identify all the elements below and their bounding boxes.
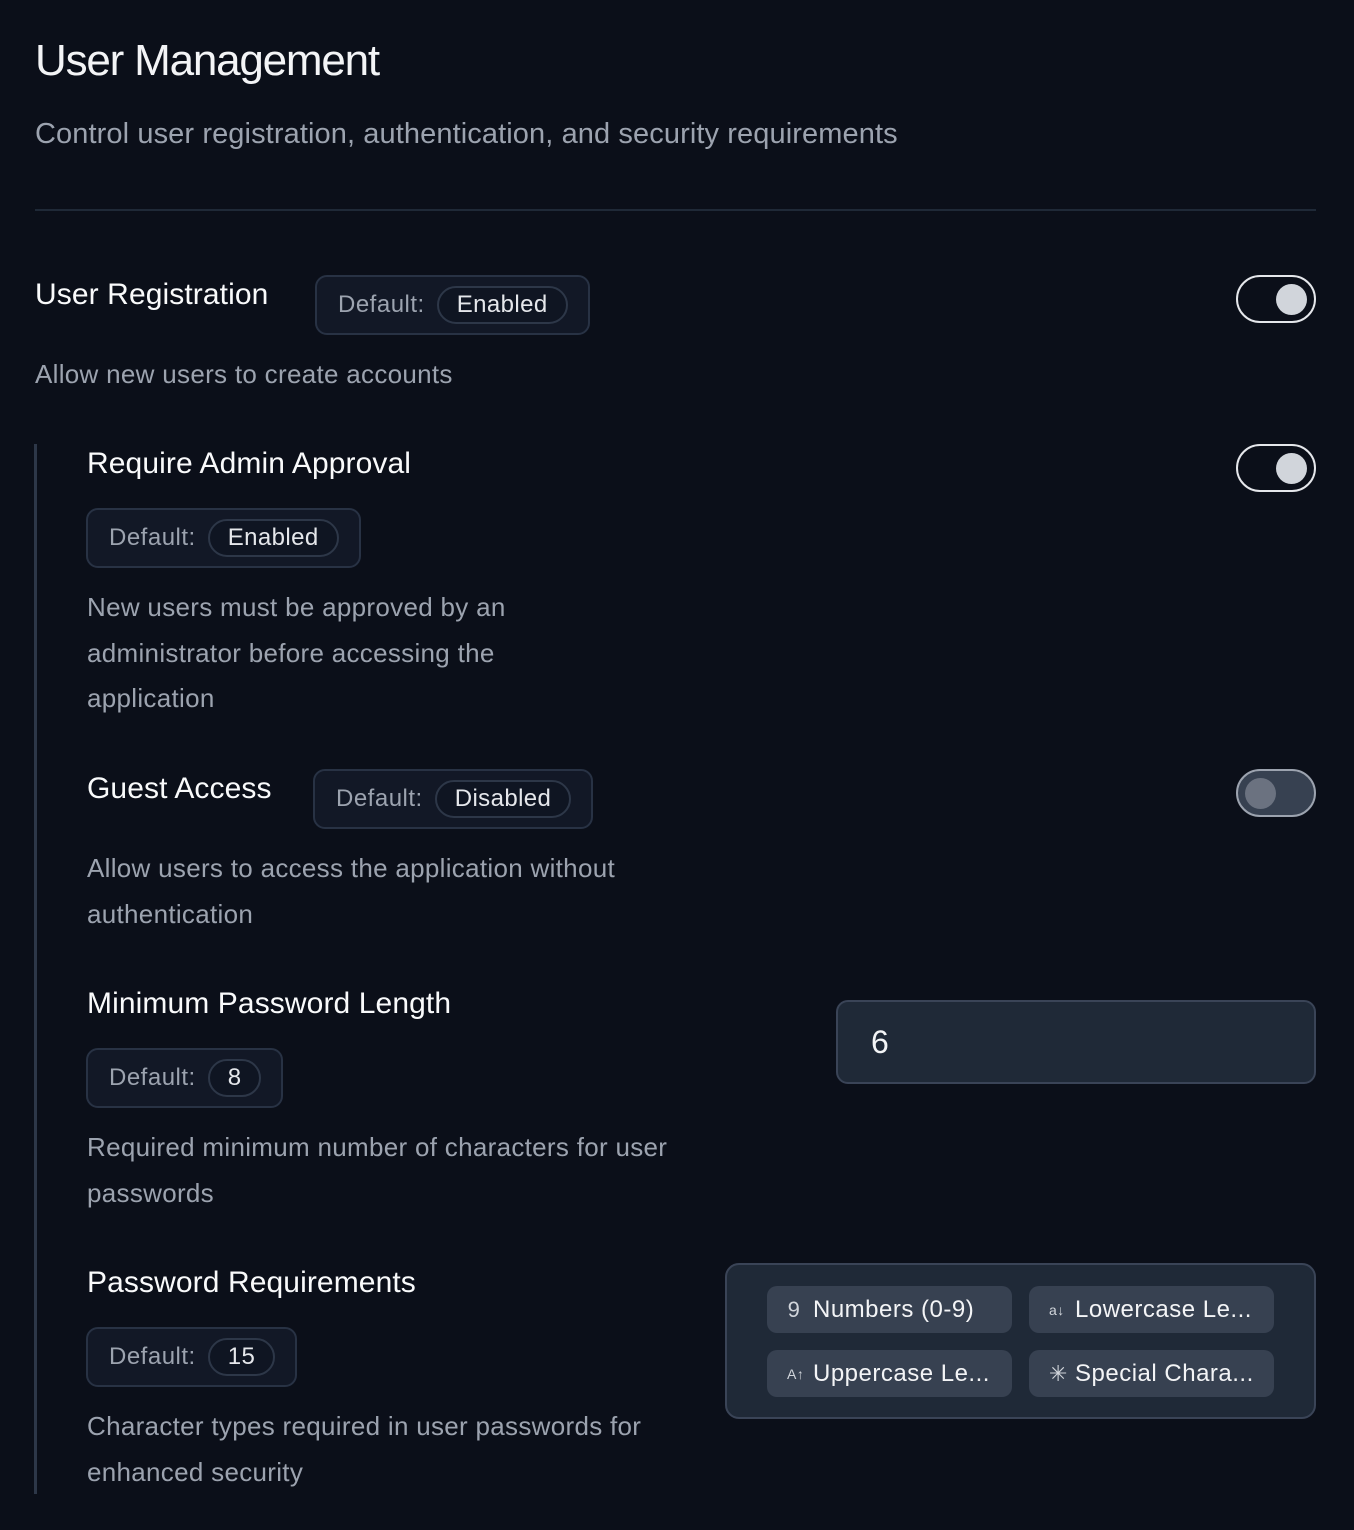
requirement-label: Lowercase Le... bbox=[1075, 1295, 1252, 1323]
user-management-page: User Management Control user registratio… bbox=[0, 0, 1354, 1530]
default-chip-guest-access: Default: Disabled bbox=[313, 769, 594, 829]
default-chip-password-requirements: Default: 15 bbox=[86, 1327, 298, 1387]
toggle-knob bbox=[1276, 453, 1307, 484]
setting-description-guest-access: Allow users to access the application wi… bbox=[87, 853, 615, 929]
toggle-knob bbox=[1245, 778, 1276, 809]
min-password-length-input[interactable]: 6 bbox=[836, 1000, 1316, 1084]
requirement-label: Uppercase Le... bbox=[813, 1359, 990, 1387]
setting-title-password-requirements: Password Requirements bbox=[87, 1266, 416, 1299]
default-value-badge: 15 bbox=[207, 1338, 276, 1376]
requirement-chip-uppercase[interactable]: A↑ Uppercase Le... bbox=[767, 1350, 1012, 1397]
requirement-chip-lowercase[interactable]: a↓ Lowercase Le... bbox=[1029, 1286, 1274, 1333]
default-label: Default: bbox=[109, 1343, 196, 1370]
setting-description-admin-approval: New users must be approved by an adminis… bbox=[87, 592, 506, 713]
setting-description-password-requirements: Character types required in user passwor… bbox=[87, 1411, 642, 1487]
uppercase-a-icon: A↑ bbox=[787, 1365, 805, 1382]
guest-access-toggle[interactable] bbox=[1236, 769, 1316, 817]
nested-settings-rail bbox=[34, 444, 37, 1494]
password-requirements-panel: 9 Numbers (0-9) a↓ Lowercase Le... A↑ Up… bbox=[725, 1263, 1316, 1419]
default-value-badge: Disabled bbox=[434, 780, 572, 818]
digit-9-icon: 9 bbox=[787, 1296, 801, 1322]
default-label: Default: bbox=[109, 524, 196, 551]
default-value-badge: Enabled bbox=[436, 286, 568, 324]
setting-title-admin-approval: Require Admin Approval bbox=[87, 447, 412, 480]
requirement-chip-numbers[interactable]: 9 Numbers (0-9) bbox=[767, 1286, 1012, 1333]
default-chip-user-registration: Default: Enabled bbox=[315, 275, 590, 335]
default-chip-admin-approval: Default: Enabled bbox=[86, 508, 361, 568]
admin-approval-toggle[interactable] bbox=[1236, 444, 1316, 492]
setting-title-user-registration: User Registration bbox=[35, 278, 269, 311]
toggle-knob bbox=[1276, 284, 1307, 315]
asterisk-icon: ✳ bbox=[1049, 1360, 1068, 1386]
requirement-label: Special Chara... bbox=[1075, 1359, 1254, 1387]
setting-title-guest-access: Guest Access bbox=[87, 772, 272, 805]
lowercase-a-icon: a↓ bbox=[1049, 1301, 1065, 1318]
page-title: User Management bbox=[35, 36, 380, 85]
default-chip-min-password-length: Default: 8 bbox=[86, 1048, 284, 1108]
setting-title-min-password-length: Minimum Password Length bbox=[87, 987, 452, 1020]
setting-description-min-password-length: Required minimum number of characters fo… bbox=[87, 1132, 668, 1208]
header-divider bbox=[35, 209, 1316, 211]
default-value-badge: Enabled bbox=[207, 519, 339, 557]
requirement-label: Numbers (0-9) bbox=[813, 1295, 975, 1323]
default-value-badge: 8 bbox=[207, 1059, 262, 1097]
default-label: Default: bbox=[336, 785, 423, 812]
requirement-chip-special[interactable]: ✳ Special Chara... bbox=[1029, 1350, 1274, 1397]
user-registration-toggle[interactable] bbox=[1236, 275, 1316, 323]
default-label: Default: bbox=[109, 1064, 196, 1091]
default-label: Default: bbox=[338, 291, 425, 318]
setting-description-user-registration: Allow new users to create accounts bbox=[35, 359, 453, 389]
page-subtitle: Control user registration, authenticatio… bbox=[35, 118, 898, 150]
